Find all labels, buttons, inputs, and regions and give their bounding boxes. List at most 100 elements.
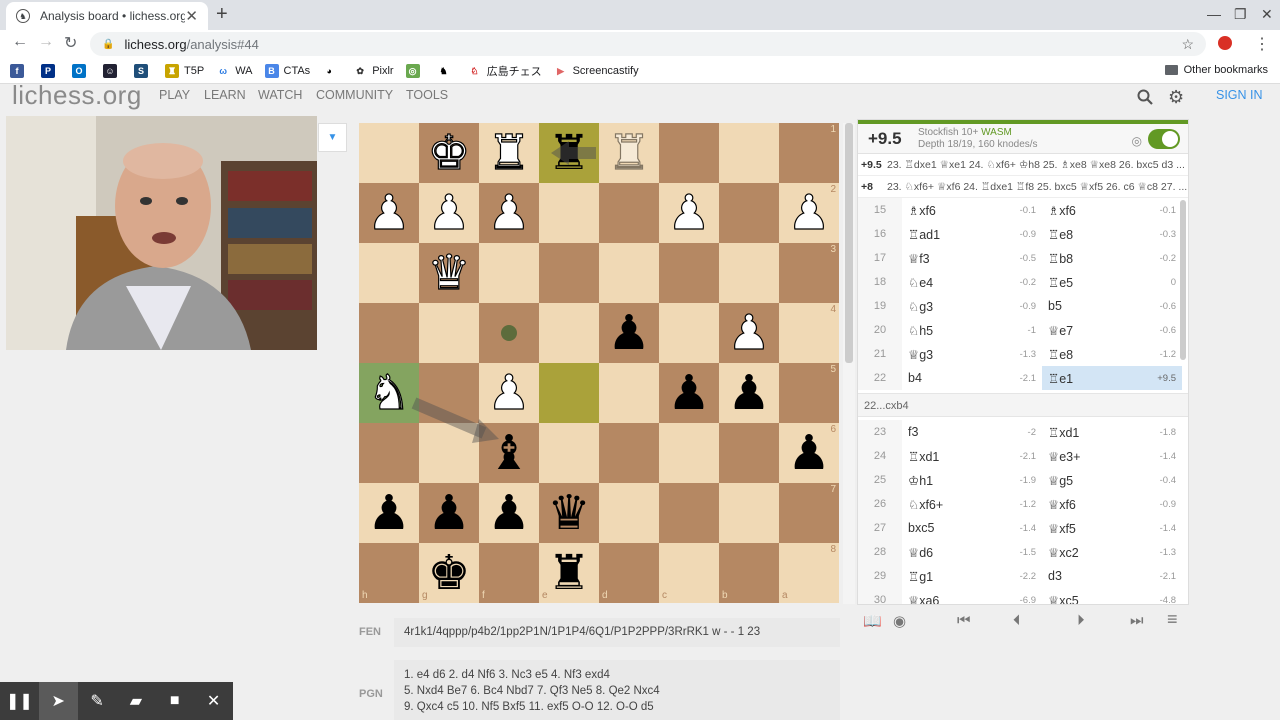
practice-icon[interactable]: ◉ (893, 612, 906, 630)
black-move[interactable]: ♖e8 -1.2 (1042, 342, 1182, 366)
black-move[interactable]: ♕g5 -0.4 (1042, 468, 1182, 492)
square-a4[interactable]: 4 (779, 303, 839, 363)
white-move[interactable]: ♔h1 -1.9 (902, 468, 1042, 492)
chess-piece[interactable]: ♟ (787, 188, 831, 237)
square-a3[interactable]: 3 (779, 243, 839, 303)
fen-input[interactable]: 4r1k1/4qppp/p4b2/1pp2P1N/1P1P4/6Q1/P1P2P… (394, 618, 840, 647)
square-a2[interactable]: ♟ 2 (779, 183, 839, 243)
chess-piece[interactable]: ♟ (667, 369, 710, 417)
white-move[interactable]: ♘g3 -0.9 (902, 294, 1042, 318)
square-f7[interactable]: ♟ (479, 483, 539, 543)
extension-icon[interactable] (1218, 36, 1232, 50)
white-move[interactable]: f3 -2 (902, 420, 1042, 444)
black-move[interactable]: b5 -0.6 (1042, 294, 1182, 318)
square-a6[interactable]: ♟ 6 (779, 423, 839, 483)
white-move[interactable]: ♖g1 -2.2 (902, 564, 1042, 588)
engine-toggle[interactable] (1148, 129, 1180, 149)
pv-line[interactable]: +9.5 23. ♖dxe1 ♕xe1 24. ♘xf6+ ♔h8 25. ♗xe… (858, 154, 1188, 176)
nav-community[interactable]: COMMUNITY (316, 88, 393, 102)
browser-tab[interactable]: ♞ Analysis board • lichess.org ✕ (6, 2, 208, 30)
chess-piece[interactable]: ♞ (367, 368, 411, 417)
chess-piece[interactable]: ♟ (427, 489, 470, 537)
chess-piece[interactable]: ♟ (607, 309, 650, 357)
square-g7[interactable]: ♟ (419, 483, 479, 543)
white-move[interactable]: bxc5 -1.4 (902, 516, 1042, 540)
chess-piece[interactable]: ♜ (547, 129, 590, 177)
square-c7[interactable] (659, 483, 719, 543)
white-move[interactable]: ♘xf6+ -1.2 (902, 492, 1042, 516)
white-move[interactable]: ♖ad1 -0.9 (902, 222, 1042, 246)
chess-board[interactable]: ♚ ♜ ♜ ♜ 1 ♟ ♟ ♟ ♟ ♟ 2 ♛ 3 ♟ ♟ 4 ♞ ♟ ♟ ♟ 5 ♝ ♟ 6 ♟ ♟ ♟ ♛ 7 h ♚ g f ♜ e d c b 8 a (359, 123, 840, 604)
chess-piece[interactable]: ♛ (427, 248, 471, 297)
last-move-icon[interactable]: ⏭ (1130, 612, 1144, 629)
square-e2[interactable] (539, 183, 599, 243)
square-d1[interactable]: ♜ (599, 123, 659, 183)
square-h7[interactable]: ♟ (359, 483, 419, 543)
square-f5[interactable]: ♟ (479, 363, 539, 423)
square-d4[interactable]: ♟ (599, 303, 659, 363)
square-a8[interactable]: 8a (779, 543, 839, 603)
square-g4[interactable] (419, 303, 479, 363)
bookmark-t5p[interactable]: ♜ T5P (165, 63, 204, 78)
address-bar[interactable]: 🔒 lichess.org/analysis#44 ☆ (90, 32, 1206, 56)
sign-in-link[interactable]: SIGN IN (1216, 88, 1263, 102)
board-scrollbar[interactable] (843, 123, 855, 604)
move-list-scrollbar[interactable] (1180, 200, 1186, 360)
square-f8[interactable]: f (479, 543, 539, 603)
forward-icon[interactable]: → (38, 33, 54, 51)
first-move-icon[interactable]: ⏮ (957, 612, 971, 629)
black-move[interactable]: d3 -2.1 (1042, 564, 1182, 588)
chess-piece[interactable]: ♟ (487, 368, 531, 417)
nav-play[interactable]: PLAY (159, 88, 190, 102)
square-c1[interactable] (659, 123, 719, 183)
bookmark-s[interactable]: S (134, 63, 153, 78)
chess-piece[interactable]: ♜ (487, 128, 531, 177)
chess-piece[interactable]: ♟ (667, 188, 711, 237)
square-e7[interactable]: ♛ (539, 483, 599, 543)
bookmark-star-icon[interactable]: ☆ (1181, 36, 1194, 53)
black-move[interactable]: ♖e8 -0.3 (1042, 222, 1182, 246)
square-c3[interactable] (659, 243, 719, 303)
bookmark-avatar[interactable]: ☺ (103, 63, 122, 78)
square-f1[interactable]: ♜ (479, 123, 539, 183)
chess-piece[interactable]: ♝ (487, 429, 530, 477)
chess-piece[interactable]: ♜ (547, 549, 590, 597)
chess-piece[interactable]: ♟ (787, 429, 830, 477)
move-list[interactable]: 15 ♗xf6 -0.1 ♗xf6 -0.1 16 ♖ad1 -0.9 ♖e8 -0.3 17 ♕f3… (858, 198, 1188, 604)
square-d8[interactable]: d (599, 543, 659, 603)
white-move[interactable]: ♕d6 -1.5 (902, 540, 1042, 564)
restore-icon[interactable]: ❐ (1234, 6, 1247, 23)
nav-learn[interactable]: LEARN (204, 88, 246, 102)
square-f3[interactable] (479, 243, 539, 303)
browser-menu-icon[interactable]: ⋮ (1254, 34, 1270, 54)
bookmark-screencastify[interactable]: ▶ Screencastify (553, 63, 639, 78)
square-d2[interactable] (599, 183, 659, 243)
square-b5[interactable]: ♟ (719, 363, 779, 423)
square-d5[interactable] (599, 363, 659, 423)
black-move[interactable]: ♖xd1 -1.8 (1042, 420, 1182, 444)
black-move[interactable]: ♕e3+ -1.4 (1042, 444, 1182, 468)
square-b4[interactable]: ♟ (719, 303, 779, 363)
square-e5[interactable] (539, 363, 599, 423)
white-move[interactable]: ♖xd1 -2.1 (902, 444, 1042, 468)
square-c6[interactable] (659, 423, 719, 483)
next-move-icon[interactable]: ⏵ (1077, 612, 1085, 629)
square-e1[interactable]: ♜ (539, 123, 599, 183)
square-h1[interactable] (359, 123, 419, 183)
square-g5[interactable] (419, 363, 479, 423)
white-move[interactable]: ♕xa6 -6.9 (902, 588, 1042, 605)
chess-piece[interactable]: ♟ (427, 188, 471, 237)
black-move[interactable]: ♕xc5 -4.8 (1042, 588, 1182, 605)
bookmark-paypal[interactable]: P (41, 63, 60, 78)
square-c2[interactable]: ♟ (659, 183, 719, 243)
square-h4[interactable] (359, 303, 419, 363)
black-move[interactable]: ♕xc2 -1.3 (1042, 540, 1182, 564)
gear-icon[interactable]: ⚙ (1168, 87, 1184, 108)
square-e4[interactable] (539, 303, 599, 363)
square-d3[interactable] (599, 243, 659, 303)
black-move[interactable]: ♕xf6 -0.9 (1042, 492, 1182, 516)
square-b7[interactable] (719, 483, 779, 543)
bookmark-panda[interactable]: ◕ (322, 63, 341, 78)
square-b2[interactable] (719, 183, 779, 243)
square-h5[interactable]: ♞ (359, 363, 419, 423)
